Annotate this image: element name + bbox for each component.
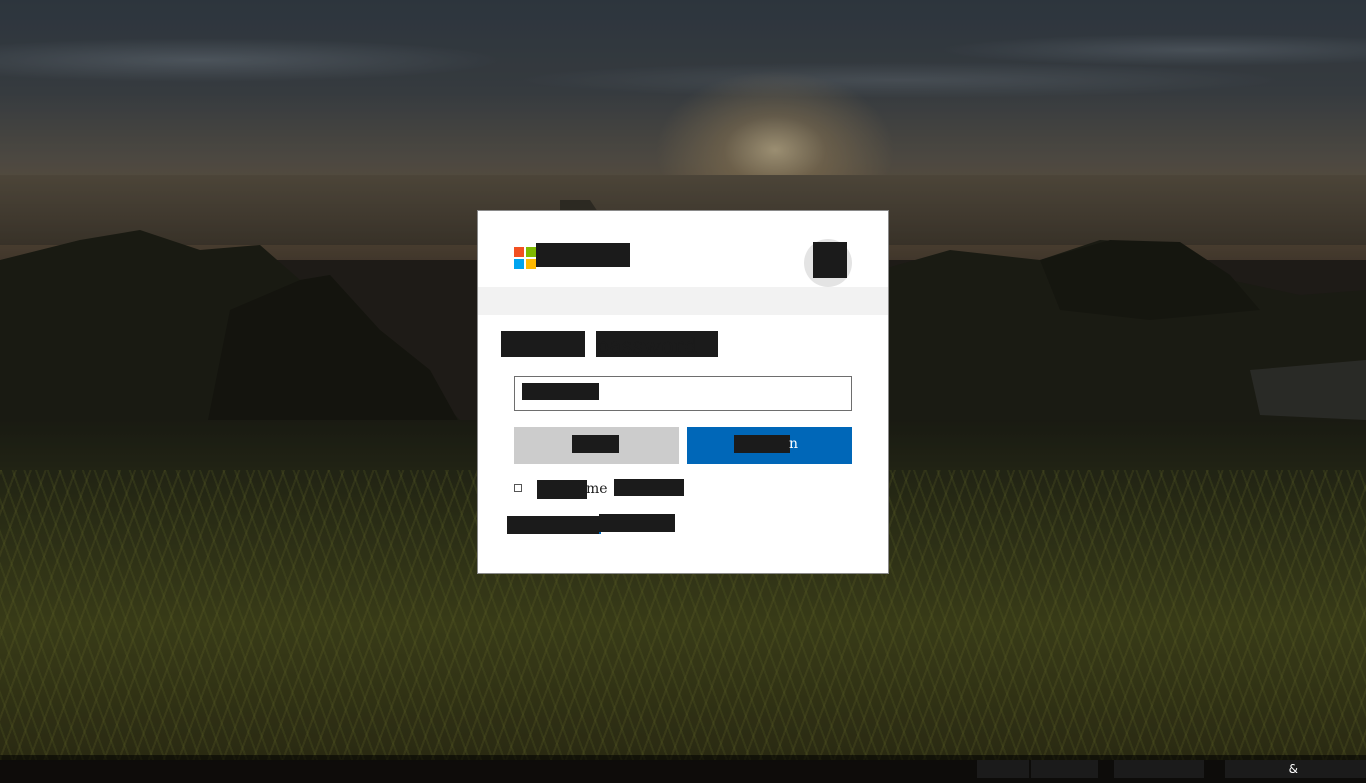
forgot-text-redacted: [507, 516, 599, 534]
remember-me-checkbox[interactable]: [514, 484, 522, 492]
password-input[interactable]: [514, 376, 852, 411]
forgot-password-link[interactable]: [599, 514, 675, 532]
remember-me-row: me: [514, 479, 854, 501]
password-value-redacted: [522, 383, 599, 400]
footer-link-4[interactable]: &: [1225, 760, 1366, 778]
title-word-password: password: [595, 331, 718, 357]
account-identity-strip: [478, 287, 888, 315]
page-title: password: [501, 331, 718, 361]
footer-link-2[interactable]: [1031, 760, 1098, 778]
title-word-redacted: [501, 331, 585, 357]
forgot-password-row: [507, 514, 847, 534]
brand-name-redacted: [536, 243, 630, 267]
logo-green-square: [526, 247, 536, 257]
back-button[interactable]: [514, 427, 679, 464]
logo-yellow-square: [526, 259, 536, 269]
remember-label-redacted-2: [614, 479, 684, 496]
sign-in-button[interactable]: n: [687, 427, 852, 464]
microsoft-logo-icon: [514, 247, 536, 269]
remember-label-redacted: [537, 480, 587, 499]
sign-in-button-label-tail: n: [789, 436, 799, 452]
account-avatar-icon: [813, 242, 847, 278]
dialog-header: [478, 211, 888, 287]
logo-red-square: [514, 247, 524, 257]
back-button-label: [572, 435, 619, 453]
sign-in-dialog: password n me: [477, 210, 889, 574]
remember-label-text: me: [586, 481, 608, 497]
sign-in-button-label-redacted: [734, 435, 790, 453]
footer-link-1[interactable]: [977, 760, 1029, 778]
footer-link-3[interactable]: [1114, 760, 1204, 778]
logo-blue-square: [514, 259, 524, 269]
footer-bar: &: [0, 755, 1366, 783]
